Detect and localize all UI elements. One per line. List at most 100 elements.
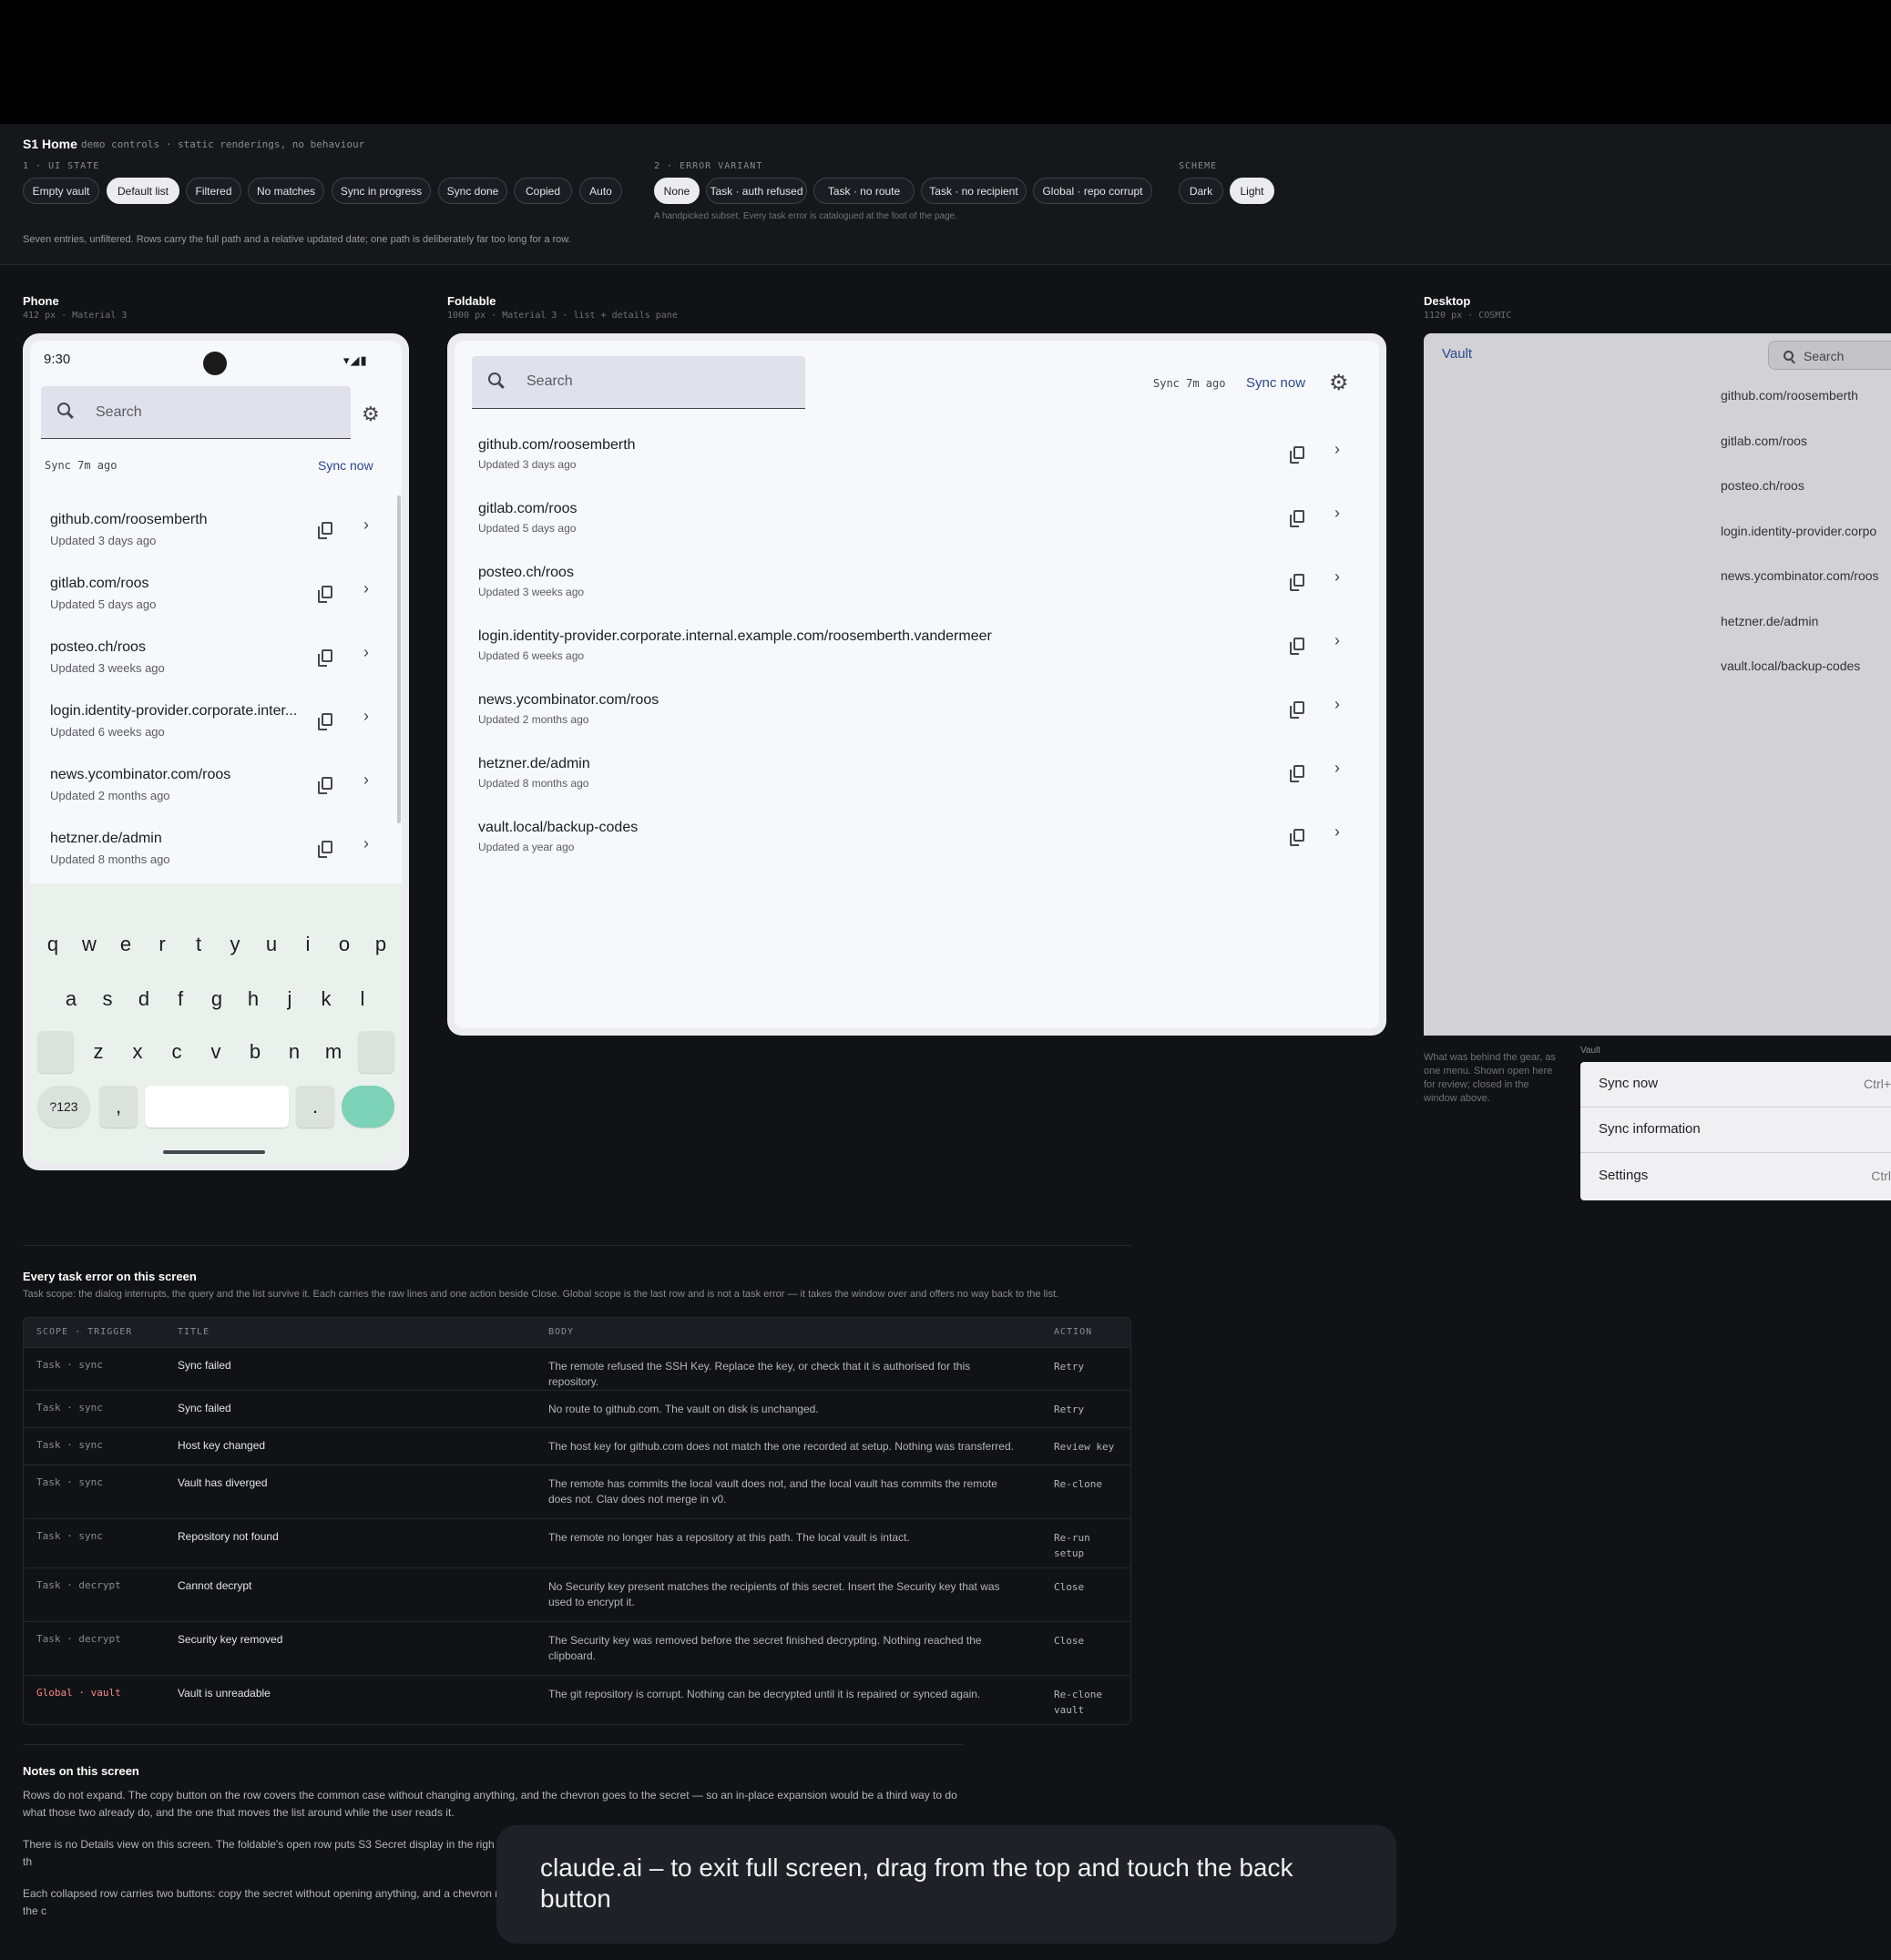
key-q[interactable]: q (37, 924, 68, 965)
key-u[interactable]: u (256, 924, 287, 965)
list-item[interactable]: vault.local/backup-codes Updated a year a… (455, 812, 1379, 871)
menu-item-sync-now[interactable]: Sync now Ctrl+ (1580, 1062, 1891, 1108)
gear-icon[interactable]: ⚙ (362, 403, 380, 426)
copy-icon[interactable] (318, 841, 332, 858)
sync-now-button[interactable]: Sync now (318, 458, 373, 473)
list-item[interactable]: gitlab.com/roos Updated 5 days ago › (30, 568, 394, 627)
key-m[interactable]: m (318, 1031, 349, 1073)
list-item[interactable]: hetzner.de/admin Updated 8 months ago › (30, 823, 394, 882)
list-item[interactable]: hetzner.de/admin Updated 8 months ago › (455, 749, 1379, 807)
key-v[interactable]: v (200, 1031, 231, 1073)
comma-key[interactable]: , (99, 1086, 138, 1128)
error-variant-task-no-recipient-button[interactable]: Task · no recipient (921, 178, 1027, 204)
error-variant-none-button[interactable]: None (654, 178, 700, 204)
backspace-key[interactable] (358, 1031, 394, 1073)
ui-state-auto-button[interactable]: Auto (579, 178, 622, 204)
copy-icon[interactable] (1290, 829, 1304, 846)
error-variant-task-auth-refused-button[interactable]: Task · auth refused (706, 178, 807, 204)
key-i[interactable]: i (292, 924, 323, 965)
ui-state-filtered-button[interactable]: Filtered (186, 178, 241, 204)
key-z[interactable]: z (83, 1031, 114, 1073)
chevron-right-icon[interactable]: › (363, 771, 369, 790)
copy-icon[interactable] (318, 522, 332, 539)
enter-key[interactable] (342, 1086, 394, 1128)
chevron-right-icon[interactable]: › (363, 579, 369, 598)
desktop-list-item[interactable]: gitlab.com/roos (1721, 434, 1807, 448)
copy-icon[interactable] (1290, 701, 1304, 719)
period-key[interactable]: . (296, 1086, 334, 1128)
gear-icon[interactable]: ⚙ (1329, 370, 1349, 396)
scheme-dark-button[interactable]: Dark (1179, 178, 1223, 204)
list-item[interactable]: github.com/roosemberth Updated 3 days ago… (30, 505, 394, 563)
list-item[interactable]: news.ycombinator.com/roos Updated 2 month… (455, 685, 1379, 743)
ui-state-default-list-button[interactable]: Default list (107, 178, 179, 204)
search-field[interactable]: Search (472, 356, 805, 409)
list-item[interactable]: posteo.ch/roos Updated 3 weeks ago › (30, 632, 394, 690)
desktop-list-item[interactable]: login.identity-provider.corpo (1721, 524, 1876, 538)
ui-state-sync-done-button[interactable]: Sync done (438, 178, 507, 204)
key-s[interactable]: s (92, 978, 123, 1020)
ui-state-empty-vault-button[interactable]: Empty vault (23, 178, 99, 204)
copy-icon[interactable] (318, 586, 332, 603)
key-p[interactable]: p (365, 924, 396, 965)
copy-icon[interactable] (318, 713, 332, 730)
list-item[interactable]: news.ycombinator.com/roos Updated 2 month… (30, 760, 394, 818)
key-y[interactable]: y (220, 924, 250, 965)
shift-key[interactable] (37, 1031, 74, 1073)
key-e[interactable]: e (110, 924, 141, 965)
chevron-right-icon[interactable]: › (1334, 440, 1340, 459)
key-o[interactable]: o (329, 924, 360, 965)
space-key[interactable] (145, 1086, 289, 1128)
copy-icon[interactable] (1290, 638, 1304, 655)
copy-icon[interactable] (1290, 765, 1304, 782)
gesture-handle[interactable] (163, 1150, 265, 1154)
chevron-right-icon[interactable]: › (1334, 567, 1340, 587)
key-t[interactable]: t (183, 924, 214, 965)
key-w[interactable]: w (74, 924, 105, 965)
ui-state-copied-button[interactable]: Copied (514, 178, 572, 204)
copy-icon[interactable] (318, 777, 332, 794)
desktop-list-item[interactable]: github.com/roosemberth (1721, 388, 1858, 403)
error-variant-task-no-route-button[interactable]: Task · no route (813, 178, 915, 204)
list-item[interactable]: gitlab.com/roos Updated 5 days ago › (455, 494, 1379, 552)
list-item[interactable]: login.identity-provider.corporate.intern… (455, 621, 1379, 679)
ui-state-no-matches-button[interactable]: No matches (248, 178, 324, 204)
menu-item-sync-information[interactable]: Sync information (1580, 1108, 1891, 1153)
copy-icon[interactable] (318, 649, 332, 667)
key-r[interactable]: r (147, 924, 178, 965)
copy-icon[interactable] (1290, 510, 1304, 527)
key-b[interactable]: b (240, 1031, 271, 1073)
list-item[interactable]: github.com/roosemberth Updated 3 days ago… (455, 430, 1379, 488)
list-item[interactable]: posteo.ch/roos Updated 3 weeks ago › (455, 557, 1379, 616)
desktop-search-field[interactable]: Search (1768, 341, 1891, 370)
desktop-list-item[interactable]: news.ycombinator.com/roos (1721, 568, 1879, 583)
chevron-right-icon[interactable]: › (1334, 822, 1340, 842)
key-g[interactable]: g (201, 978, 232, 1020)
chevron-right-icon[interactable]: › (363, 516, 369, 535)
search-field[interactable]: Search (41, 386, 351, 439)
ui-state-sync-in-progress-button[interactable]: Sync in progress (332, 178, 431, 204)
sync-now-button[interactable]: Sync now (1246, 375, 1305, 391)
chevron-right-icon[interactable]: › (363, 834, 369, 853)
chevron-right-icon[interactable]: › (1334, 504, 1340, 523)
copy-icon[interactable] (1290, 574, 1304, 591)
key-k[interactable]: k (311, 978, 342, 1020)
desktop-list-item[interactable]: hetzner.de/admin (1721, 614, 1818, 628)
key-x[interactable]: x (122, 1031, 153, 1073)
chevron-right-icon[interactable]: › (1334, 759, 1340, 778)
symbols-key[interactable]: ?123 (37, 1086, 90, 1128)
key-a[interactable]: a (56, 978, 87, 1020)
key-c[interactable]: c (161, 1031, 192, 1073)
list-item[interactable]: login.identity-provider.corporate.inter.… (30, 696, 394, 754)
copy-icon[interactable] (1290, 446, 1304, 464)
scheme-light-button[interactable]: Light (1230, 178, 1274, 204)
chevron-right-icon[interactable]: › (363, 707, 369, 726)
key-l[interactable]: l (347, 978, 378, 1020)
chevron-right-icon[interactable]: › (1334, 695, 1340, 714)
desktop-list-item[interactable]: vault.local/backup-codes (1721, 658, 1860, 673)
key-h[interactable]: h (238, 978, 269, 1020)
error-variant-global-repo-corrupt-button[interactable]: Global · repo corrupt (1033, 178, 1152, 204)
chevron-right-icon[interactable]: › (363, 643, 369, 662)
key-n[interactable]: n (279, 1031, 310, 1073)
key-f[interactable]: f (165, 978, 196, 1020)
